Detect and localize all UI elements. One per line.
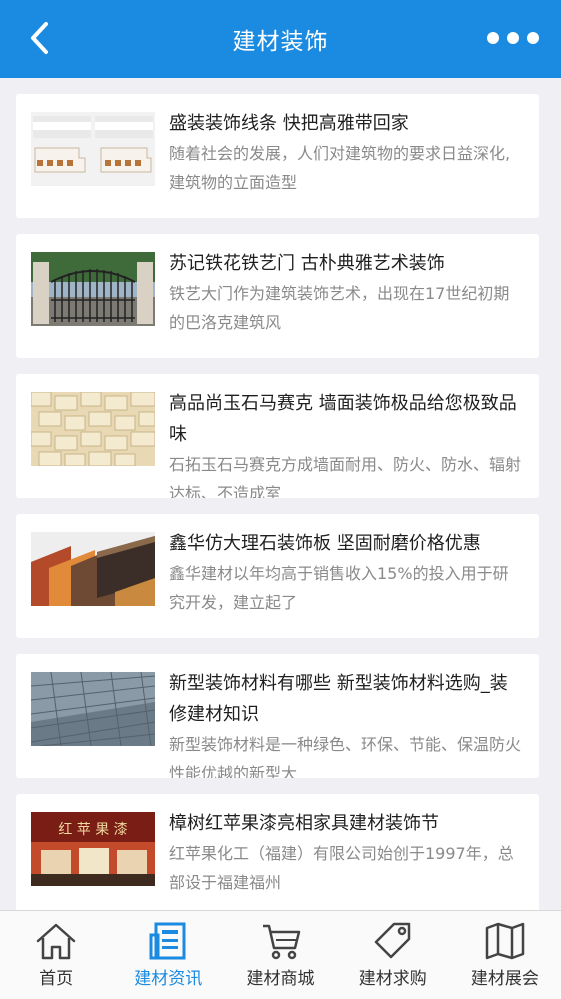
article-thumbnail (31, 392, 155, 466)
article-card[interactable]: 新型装饰材料有哪些 新型装饰材料选购_装修建材知识 新型装饰材料是一种绿色、环保… (16, 654, 539, 778)
article-summary: 铁艺大门作为建筑装饰艺术，出现在17世纪初期的巴洛克建筑风 (169, 284, 510, 332)
article-card[interactable]: 鑫华仿大理石装饰板 坚固耐磨价格优惠 鑫华建材以年均高于销售收入15%的投入用于… (16, 514, 539, 638)
news-icon (149, 922, 186, 960)
article-title: 新型装饰材料有哪些 新型装饰材料选购_装修建材知识 (169, 673, 508, 725)
article-thumbnail: 红 苹 果 漆 (31, 812, 155, 886)
tab-news[interactable]: 建材资讯 (112, 911, 224, 999)
tab-home[interactable]: 首页 (0, 911, 112, 999)
more-menu-button[interactable] (487, 22, 539, 54)
tag-icon (374, 922, 410, 959)
tab-purchase[interactable]: 建材求购 (337, 911, 449, 999)
article-title: 鑫华仿大理石装饰板 坚固耐磨价格优惠 (169, 533, 481, 554)
page-title: 建材装饰 (232, 29, 329, 55)
article-card[interactable]: 苏记铁花铁艺门 古朴典雅艺术装饰 铁艺大门作为建筑装饰艺术，出现在17世纪初期的… (16, 234, 539, 358)
article-summary: 石拓玉石马赛克方成墙面耐用、防火、防水、辐射达标、不造成室 (169, 455, 522, 498)
article-title: 樟树红苹果漆亮相家具建材装饰节 (169, 813, 439, 834)
tab-label: 建材展会 (470, 969, 539, 989)
map-icon (485, 922, 525, 960)
article-thumbnail (31, 112, 155, 186)
article-card[interactable]: 红 苹 果 漆 樟树红苹果漆亮相家具建材装饰节 红苹果化工（福建）有限公司始创于… (16, 794, 539, 918)
article-thumbnail (31, 672, 155, 746)
article-card[interactable]: 盛装装饰线条 快把高雅带回家 随着社会的发展，人们对建筑物的要求日益深化,建筑物… (16, 94, 539, 218)
cart-icon (262, 924, 300, 960)
article-thumbnail (31, 252, 155, 326)
more-dot-icon (487, 32, 499, 44)
tab-label: 建材资讯 (134, 969, 203, 989)
tab-label: 首页 (39, 969, 74, 989)
article-card[interactable]: 高品尚玉石马赛克 墙面装饰极品给您极致品味 石拓玉石马赛克方成墙面耐用、防火、防… (16, 374, 539, 498)
tab-label: 建材求购 (358, 969, 427, 989)
article-summary: 随着社会的发展，人们对建筑物的要求日益深化,建筑物的立面造型 (169, 144, 511, 192)
more-dot-icon (527, 32, 539, 44)
article-summary: 红苹果化工（福建）有限公司始创于1997年，总部设于福建福州 (169, 844, 514, 892)
app-header: 建材装饰 (0, 0, 561, 78)
article-summary: 新型装饰材料是一种绿色、环保、节能、保温防火性能优越的新型大 (169, 735, 522, 778)
tab-label: 建材商城 (246, 969, 315, 989)
article-title: 苏记铁花铁艺门 古朴典雅艺术装饰 (169, 253, 445, 274)
more-dot-icon (507, 32, 519, 44)
shop-sign-text: 红 苹 果 漆 (58, 822, 127, 838)
tab-expo[interactable]: 建材展会 (449, 911, 561, 999)
home-icon (36, 923, 76, 960)
article-thumbnail (31, 532, 155, 606)
article-title: 盛装装饰线条 快把高雅带回家 (169, 113, 409, 134)
article-title: 高品尚玉石马赛克 墙面装饰极品给您极致品味 (169, 393, 517, 445)
tab-mall[interactable]: 建材商城 (224, 911, 336, 999)
article-summary: 鑫华建材以年均高于销售收入15%的投入用于研究开发，建立起了 (169, 564, 509, 612)
bottom-tab-bar: 首页 建材资讯 建材商城 建材求购 建材展会 (0, 910, 561, 999)
